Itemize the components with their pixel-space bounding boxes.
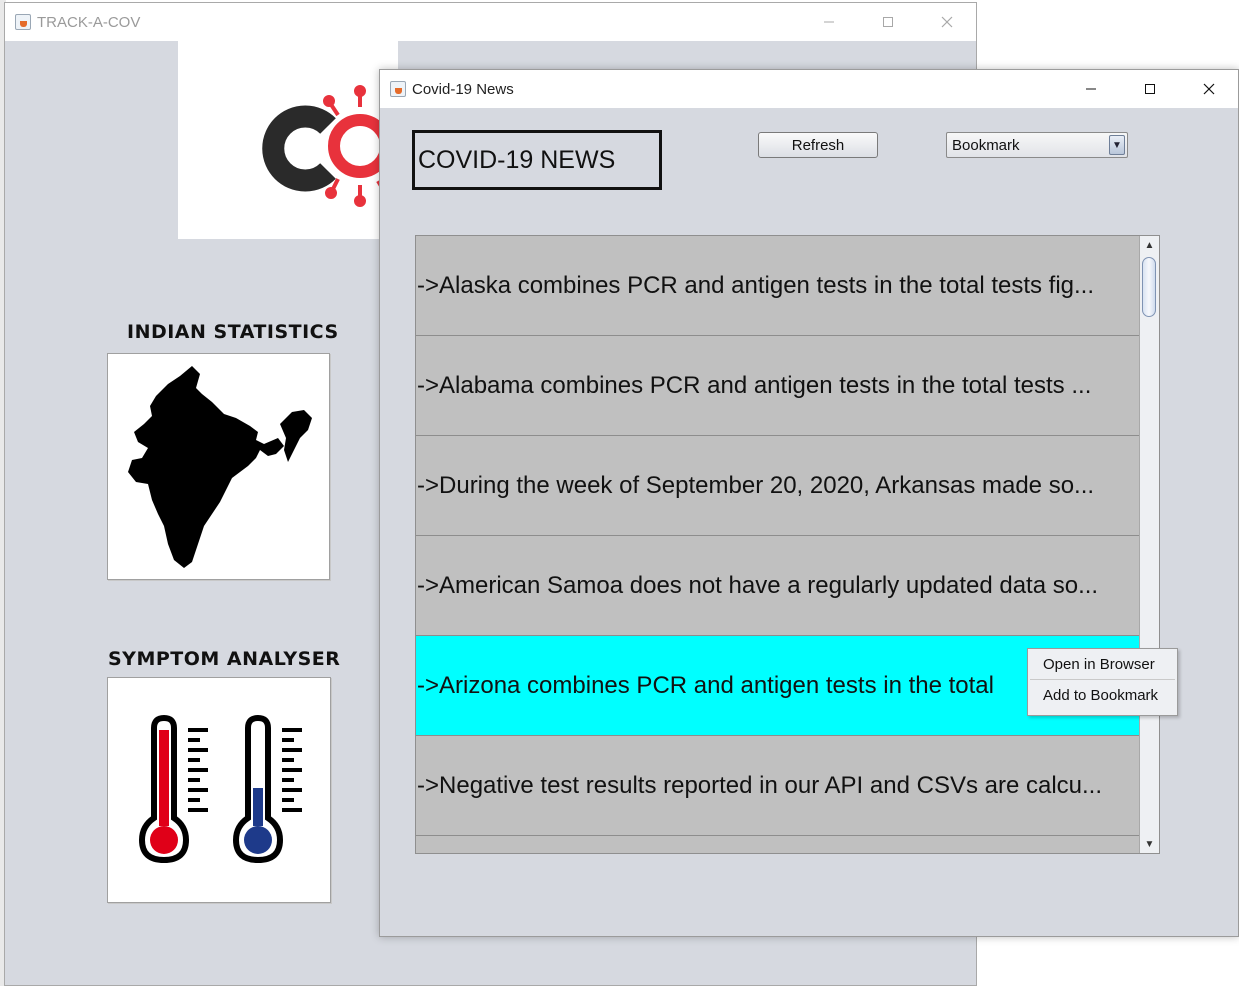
maximize-icon[interactable] [1120, 70, 1179, 108]
scrollbar-thumb[interactable] [1142, 257, 1156, 317]
context-menu: Open in Browser Add to Bookmark [1027, 648, 1178, 716]
indian-statistics-label: INDIAN STATISTICS [127, 321, 339, 343]
news-window-title: Covid-19 News [412, 80, 514, 98]
scroll-down-icon[interactable]: ▼ [1140, 835, 1159, 853]
main-window-controls [799, 3, 976, 41]
news-item-text: ->During the week of September 20, 2020,… [417, 471, 1095, 499]
indian-statistics-button[interactable] [107, 353, 330, 580]
chevron-down-icon[interactable]: ▼ [1109, 135, 1125, 155]
scroll-up-icon[interactable]: ▲ [1140, 236, 1159, 254]
news-titlebar: Covid-19 News [380, 70, 1238, 108]
news-item[interactable]: ->During the week of September 20, 2020,… [416, 436, 1139, 536]
india-map-icon [128, 366, 312, 568]
symptom-analyser-label: SYMPTOM ANALYSER [108, 648, 341, 670]
news-item-text: ->Negative test results reported in our … [417, 771, 1103, 799]
close-icon[interactable] [917, 3, 976, 41]
news-item-text: ->Alaska combines PCR and antigen tests … [417, 271, 1095, 299]
minimize-icon[interactable] [799, 3, 858, 41]
news-list: ->Alaska combines PCR and antigen tests … [415, 235, 1160, 854]
news-window: Covid-19 News COVID-19 NEWS Refresh Book… [379, 69, 1239, 937]
java-app-icon [15, 14, 31, 30]
news-item[interactable]: ->Alaska combines PCR and antigen tests … [416, 236, 1139, 336]
minimize-icon[interactable] [1061, 70, 1120, 108]
maximize-icon[interactable] [858, 3, 917, 41]
menu-item-open-in-browser[interactable]: Open in Browser [1028, 649, 1177, 679]
news-item-text: ->Arizona combines PCR and antigen tests… [417, 671, 994, 699]
refresh-button[interactable]: Refresh [758, 132, 878, 158]
menu-item-add-to-bookmark[interactable]: Add to Bookmark [1028, 680, 1177, 710]
bookmark-select-value: Bookmark [952, 136, 1020, 154]
main-titlebar: TRACK-A-COV [5, 3, 976, 41]
covid-logo-panel [178, 41, 398, 239]
covid-logo-image [262, 85, 392, 207]
news-item-text: ->American Samoa does not have a regular… [417, 571, 1099, 599]
news-item[interactable]: ->Negative test results reported in our … [416, 736, 1139, 836]
java-app-icon [390, 81, 406, 97]
close-icon[interactable] [1179, 70, 1238, 108]
news-item[interactable]: ->American Samoa does not have a regular… [416, 536, 1139, 636]
news-item[interactable]: ->Alabama combines PCR and antigen tests… [416, 336, 1139, 436]
symptom-analyser-button[interactable] [107, 677, 331, 903]
thermometers-icon [138, 714, 302, 864]
news-window-controls [1061, 70, 1238, 108]
bookmark-select[interactable]: Bookmark ▼ [946, 132, 1128, 158]
main-window-title: TRACK-A-COV [37, 13, 141, 31]
news-item-text: ->Alabama combines PCR and antigen tests… [417, 371, 1092, 399]
news-list-items: ->Alaska combines PCR and antigen tests … [416, 236, 1139, 836]
news-header-label: COVID-19 NEWS [412, 130, 662, 190]
news-list-scrollbar[interactable]: ▲ ▼ [1139, 236, 1159, 853]
